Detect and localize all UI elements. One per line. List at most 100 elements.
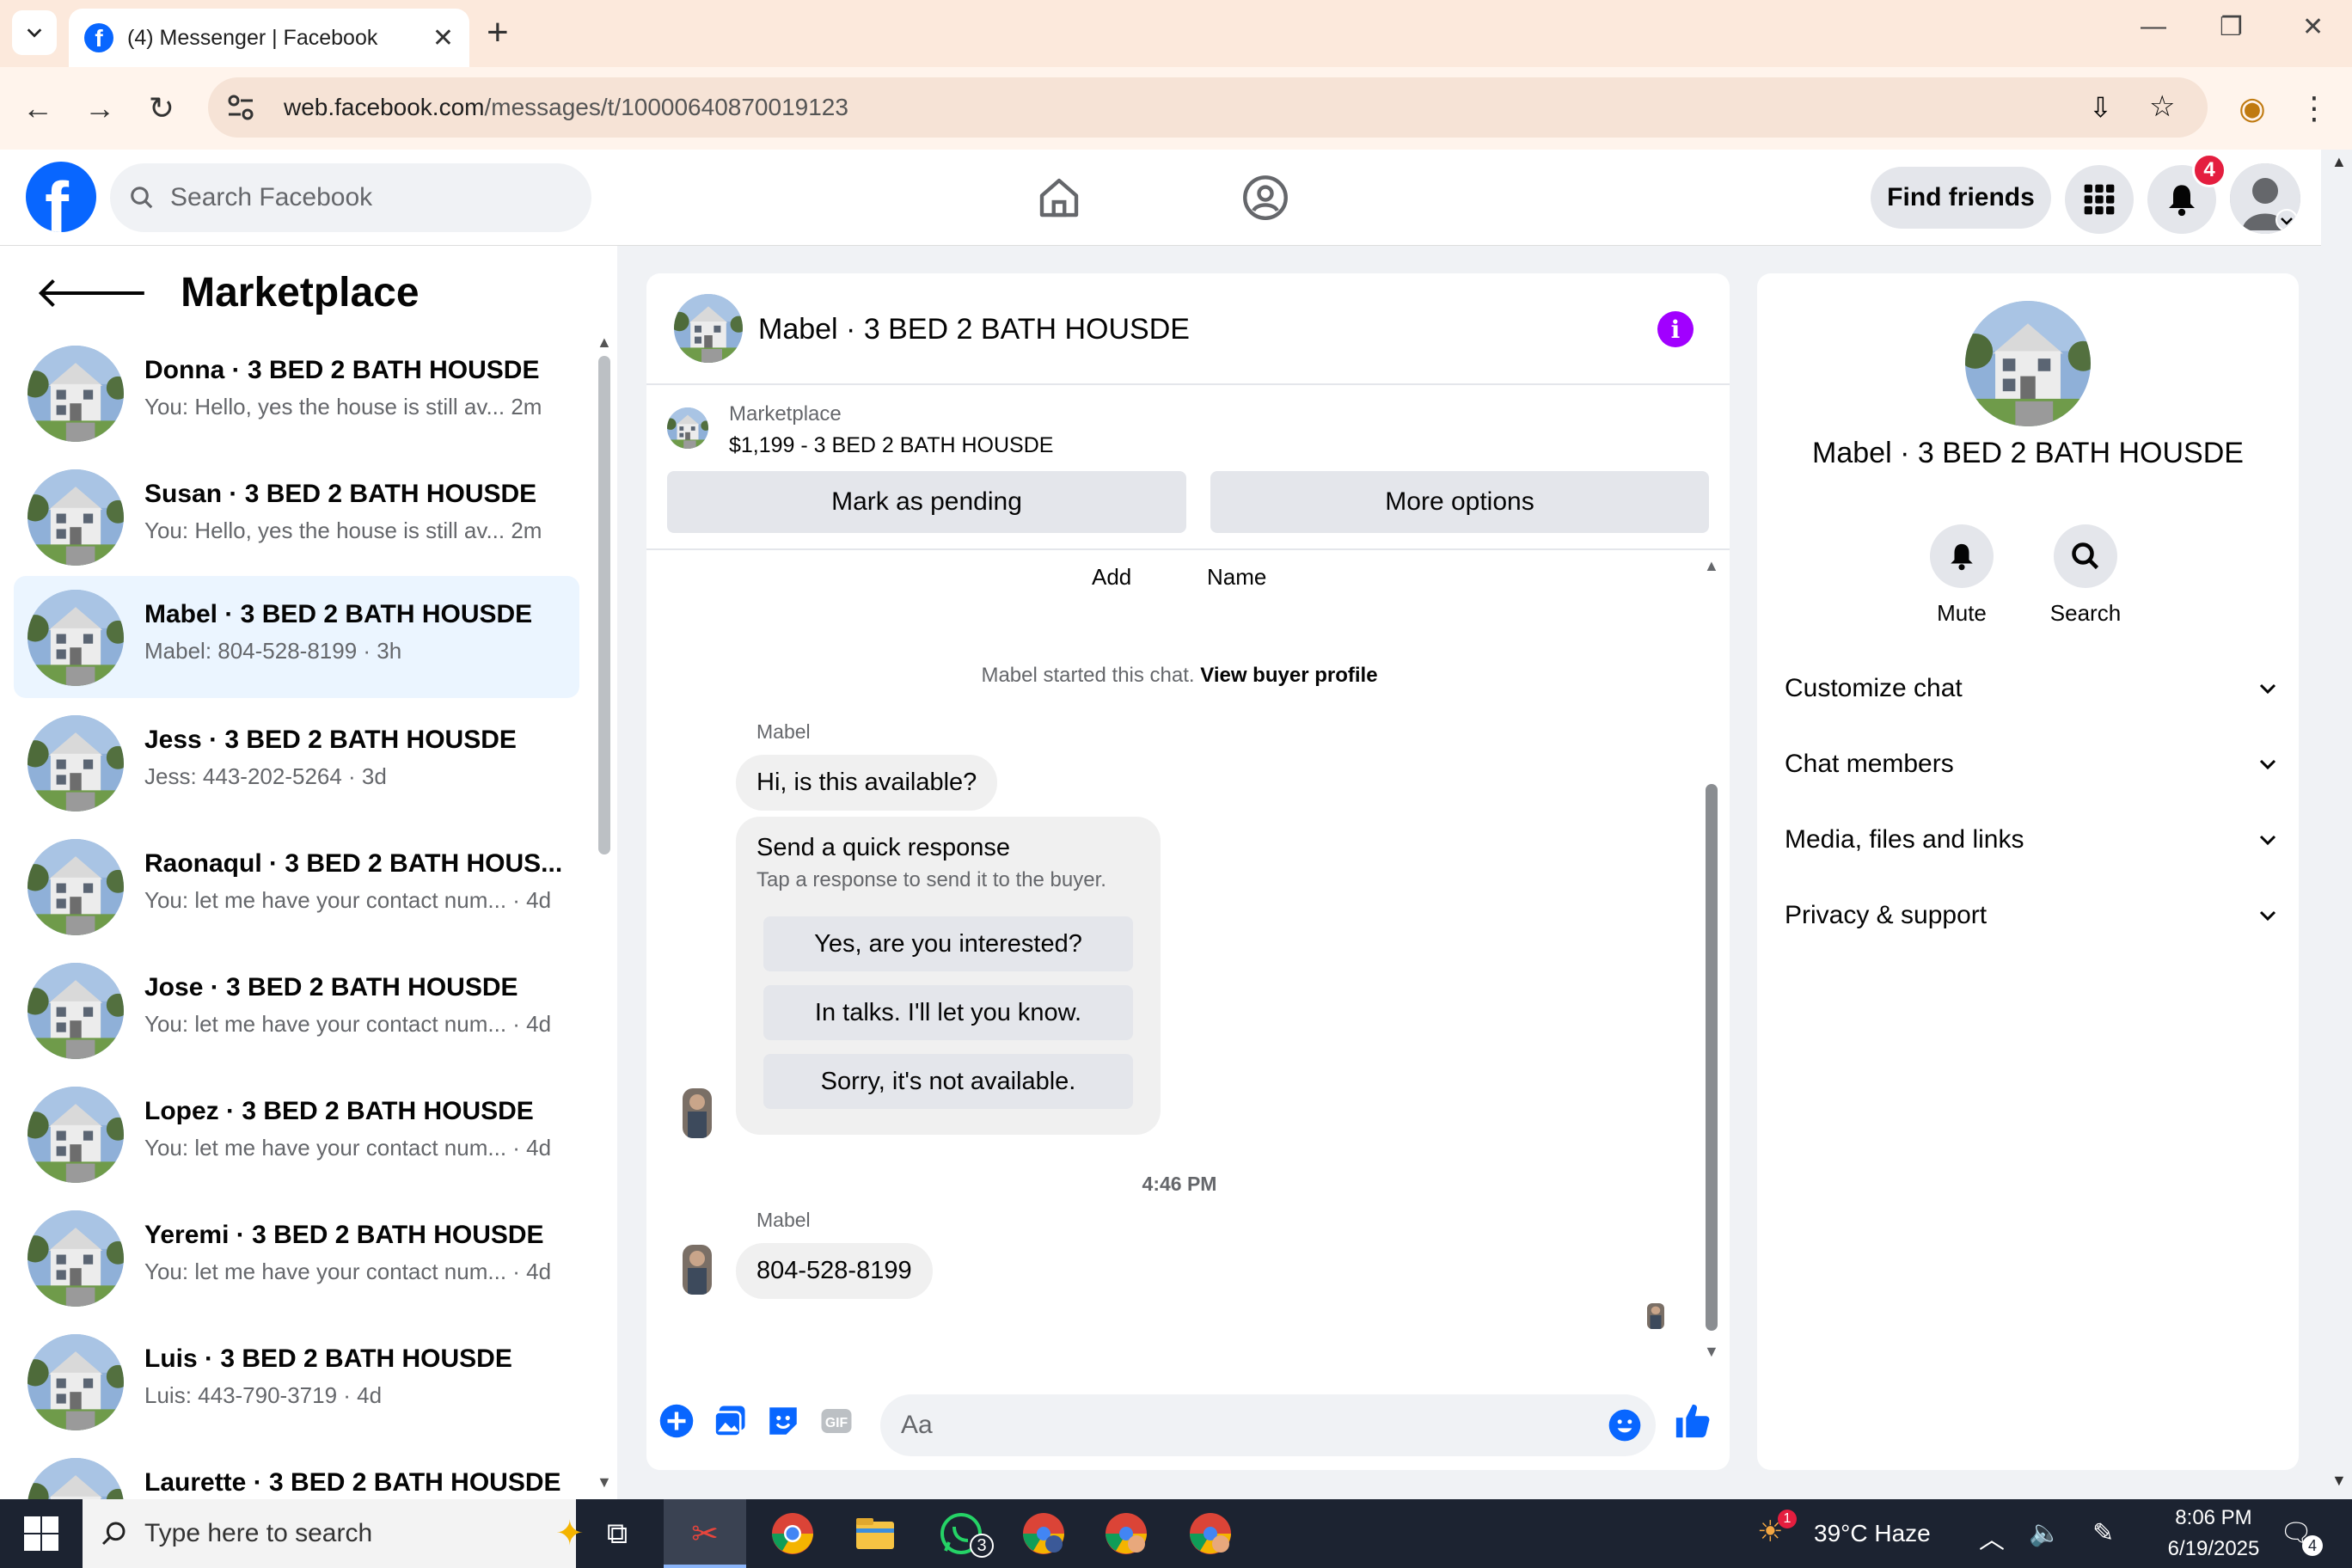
photo-icon[interactable] bbox=[712, 1403, 748, 1439]
gif-icon[interactable]: GIF bbox=[818, 1403, 854, 1439]
conversation-item[interactable]: Susan · 3 BED 2 BATH HOUSDE You: Hello, … bbox=[14, 456, 579, 578]
conversation-item-active[interactable]: Mabel · 3 BED 2 BATH HOUSDE Mabel: 804-5… bbox=[14, 576, 579, 698]
close-tab-icon[interactable]: ✕ bbox=[432, 23, 454, 53]
buyer-avatar[interactable] bbox=[683, 1245, 712, 1295]
more-options-button[interactable]: More options bbox=[1210, 471, 1709, 533]
chrome-profile-fb-icon[interactable] bbox=[1020, 1510, 1068, 1558]
emoji-icon[interactable] bbox=[1608, 1408, 1642, 1442]
groups-icon[interactable] bbox=[1240, 172, 1291, 224]
customize-chat-section[interactable]: Customize chat bbox=[1785, 674, 2278, 703]
pen-icon[interactable]: ✎ bbox=[2092, 1518, 2114, 1548]
listing-mini-thumbnail[interactable] bbox=[667, 407, 708, 449]
listing-large-thumbnail[interactable] bbox=[1965, 301, 2091, 426]
url-omnibox[interactable]: web.facebook.com/messages/t/100006408700… bbox=[208, 77, 2208, 138]
chat-listing-thumbnail[interactable] bbox=[674, 294, 743, 363]
windows-start-icon[interactable] bbox=[24, 1516, 58, 1551]
conversation-snippet: Mabel: 804-528-8199 · 3h bbox=[144, 638, 402, 664]
list-scroll-up-arrow[interactable]: ▲ bbox=[597, 334, 612, 352]
minimize-icon[interactable]: — bbox=[2141, 12, 2166, 41]
add-option-label[interactable]: Add bbox=[1092, 564, 1131, 591]
conversation-item[interactable]: Luis · 3 BED 2 BATH HOUSDE Luis: 443-790… bbox=[14, 1320, 579, 1442]
conversation-name: Jess · 3 BED 2 BATH HOUSDE bbox=[144, 726, 517, 754]
site-settings-icon[interactable] bbox=[224, 90, 258, 125]
install-app-icon[interactable]: ⇩ bbox=[2089, 91, 2112, 124]
list-scroll-down-arrow[interactable]: ▼ bbox=[597, 1473, 612, 1491]
conversation-item[interactable]: Raonaqul · 3 BED 2 BATH HOUS... You: let… bbox=[14, 825, 579, 947]
forward-icon[interactable]: → bbox=[76, 84, 124, 132]
page-scroll-down-arrow[interactable]: ▼ bbox=[2331, 1472, 2347, 1490]
conversation-name: Donna · 3 BED 2 BATH HOUSDE bbox=[144, 356, 540, 384]
home-icon[interactable] bbox=[1033, 172, 1085, 224]
close-window-icon[interactable]: ✕ bbox=[2302, 12, 2324, 42]
view-buyer-profile-link[interactable]: View buyer profile bbox=[1200, 664, 1377, 687]
taskbar-search-input[interactable]: Type here to search ✦ bbox=[83, 1499, 585, 1568]
account-avatar[interactable] bbox=[2230, 163, 2300, 234]
conversation-item[interactable]: Donna · 3 BED 2 BATH HOUSDE You: Hello, … bbox=[14, 332, 579, 454]
weather-text[interactable]: 39°C Haze bbox=[1814, 1520, 1931, 1547]
page-scroll-up-arrow[interactable]: ▲ bbox=[2331, 153, 2347, 171]
snipping-tool-icon[interactable]: ✂ bbox=[681, 1510, 729, 1558]
clock-date[interactable]: 6/19/2025 bbox=[2149, 1537, 2278, 1561]
file-explorer-icon[interactable] bbox=[851, 1510, 899, 1558]
find-friends-button[interactable]: Find friends bbox=[1871, 167, 2051, 229]
bookmark-star-icon[interactable]: ☆ bbox=[2149, 89, 2175, 124]
browser-tab-messenger[interactable]: f (4) Messenger | Facebook ✕ bbox=[69, 9, 469, 67]
search-conversation-button[interactable] bbox=[2054, 524, 2117, 588]
conversation-item[interactable]: Lopez · 3 BED 2 BATH HOUSDE You: let me … bbox=[14, 1073, 579, 1195]
volume-icon[interactable]: 🔈 bbox=[2029, 1518, 2061, 1548]
search-action[interactable]: Search bbox=[2034, 524, 2137, 627]
show-hidden-icons-chevron-up-icon[interactable]: ︿ bbox=[1979, 1518, 2005, 1556]
back-arrow-icon[interactable]: 🡐 bbox=[34, 266, 150, 318]
chat-members-section[interactable]: Chat members bbox=[1785, 750, 2278, 779]
tab-search-button[interactable] bbox=[12, 10, 57, 55]
chevron-down-icon bbox=[2259, 759, 2276, 770]
thread-scroll-down-arrow[interactable]: ▼ bbox=[1704, 1343, 1719, 1361]
privacy-support-section[interactable]: Privacy & support bbox=[1785, 901, 2278, 930]
message-timestamp: 4:46 PM bbox=[1142, 1173, 1217, 1195]
message-input[interactable]: Aa bbox=[880, 1394, 1656, 1456]
bell-icon bbox=[2169, 185, 2195, 217]
name-option-label[interactable]: Name bbox=[1207, 564, 1266, 591]
chrome-icon[interactable] bbox=[769, 1510, 817, 1558]
mute-action[interactable]: Mute bbox=[1910, 524, 2013, 627]
thread-scroll-up-arrow[interactable]: ▲ bbox=[1704, 557, 1719, 575]
thumbs-up-icon[interactable] bbox=[1673, 1401, 1712, 1441]
chat-title[interactable]: Mabel · 3 BED 2 BATH HOUSDE bbox=[758, 313, 1190, 346]
clock-time[interactable]: 8:06 PM bbox=[2158, 1506, 2269, 1530]
thread-scrollbar-thumb[interactable] bbox=[1706, 784, 1718, 1331]
listing-thumbnail bbox=[28, 715, 124, 812]
restore-icon[interactable]: ❐ bbox=[2220, 12, 2243, 42]
reload-icon[interactable]: ↻ bbox=[138, 84, 186, 132]
chrome-profile-2-icon[interactable] bbox=[1102, 1510, 1150, 1558]
sticker-icon[interactable] bbox=[765, 1403, 801, 1439]
chrome-profile-3-icon[interactable] bbox=[1186, 1510, 1234, 1558]
list-scrollbar-thumb[interactable] bbox=[598, 356, 610, 854]
quick-response-option[interactable]: In talks. I'll let you know. bbox=[763, 985, 1133, 1040]
quick-response-option[interactable]: Yes, are you interested? bbox=[763, 916, 1133, 971]
message-bubble[interactable]: 804-528-8199 bbox=[736, 1243, 933, 1299]
conversation-item[interactable]: Jose · 3 BED 2 BATH HOUSDE You: let me h… bbox=[14, 949, 579, 1071]
info-icon[interactable]: i bbox=[1657, 311, 1694, 347]
conversation-snippet: You: let me have your contact num... · 4… bbox=[144, 1011, 552, 1037]
menu-grid-button[interactable] bbox=[2065, 165, 2134, 234]
conversation-item[interactable]: Jess · 3 BED 2 BATH HOUSDE Jess: 443-202… bbox=[14, 701, 579, 824]
chat-panel: Mabel · 3 BED 2 BATH HOUSDE i Marketplac… bbox=[646, 273, 1730, 1470]
message-bubble[interactable]: Hi, is this available? bbox=[736, 755, 998, 811]
facebook-logo[interactable]: f bbox=[26, 162, 96, 232]
buyer-avatar[interactable] bbox=[683, 1088, 712, 1138]
back-icon[interactable]: ← bbox=[14, 84, 62, 132]
conversation-item[interactable]: Laurette · 3 BED 2 BATH HOUSDE bbox=[14, 1444, 579, 1499]
plus-circle-icon[interactable] bbox=[658, 1403, 695, 1439]
mark-as-pending-button[interactable]: Mark as pending bbox=[667, 471, 1186, 533]
listing-price-title[interactable]: $1,199 - 3 BED 2 BATH HOUSDE bbox=[729, 433, 1053, 458]
conversation-snippet: You: let me have your contact num... · 4… bbox=[144, 1135, 552, 1161]
conversation-item[interactable]: Yeremi · 3 BED 2 BATH HOUSDE You: let me… bbox=[14, 1197, 579, 1319]
mute-button[interactable] bbox=[1930, 524, 1994, 588]
profile-icon[interactable]: ◉ bbox=[2228, 84, 2276, 132]
new-tab-button[interactable]: + bbox=[487, 14, 509, 52]
menu-kebab-icon[interactable]: ⋮ bbox=[2290, 84, 2338, 132]
task-view-icon[interactable]: ⧉ bbox=[593, 1510, 641, 1558]
quick-response-option[interactable]: Sorry, it's not available. bbox=[763, 1054, 1133, 1109]
media-files-links-section[interactable]: Media, files and links bbox=[1785, 825, 2278, 854]
facebook-search-input[interactable]: Search Facebook bbox=[110, 163, 591, 232]
